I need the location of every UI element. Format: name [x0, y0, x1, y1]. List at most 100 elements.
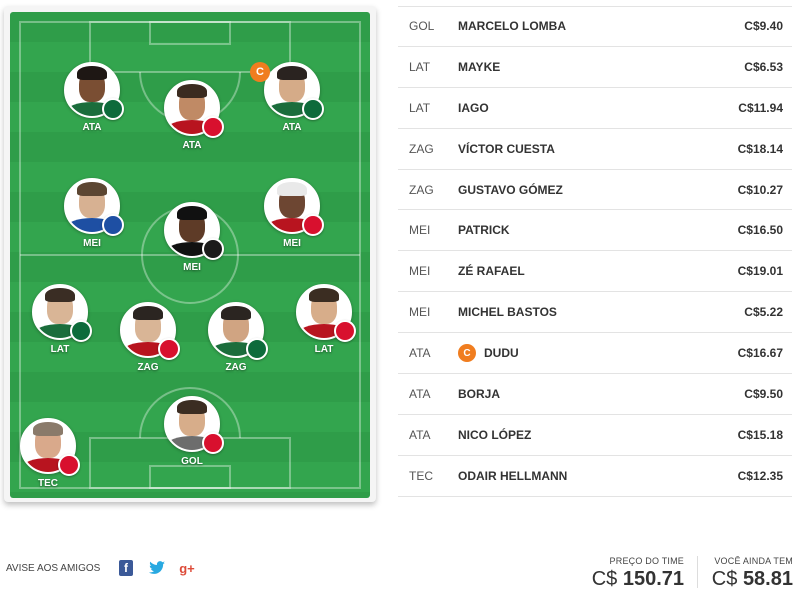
roster-name-text: MARCELO LOMBA: [458, 19, 566, 34]
roster-position: ATA: [409, 386, 431, 401]
player-hair: [33, 422, 63, 436]
team-price-value: C$ 150.71: [560, 568, 684, 591]
player-position: ATA: [182, 140, 202, 151]
balance-value: C$ 58.81: [700, 568, 793, 591]
roster-name-text: DUDU: [484, 346, 519, 361]
player-position: MEI: [83, 238, 101, 249]
roster-position: MEI: [409, 223, 431, 238]
roster-player-name: BORJA: [458, 387, 702, 401]
roster-player-name: PATRICK: [458, 223, 702, 237]
team-price-amount: 150.71: [622, 568, 684, 590]
player-hair: [177, 206, 207, 220]
player-position: ATA: [282, 122, 302, 133]
player-hair: [77, 66, 107, 80]
roster-player-name: C DUDU: [458, 344, 702, 363]
player-position: MEI: [183, 262, 201, 273]
roster-name-text: ODAIR HELLMANN: [458, 468, 568, 483]
roster-row[interactable]: MEI MICHEL BASTOS C$5.22: [398, 292, 792, 334]
internacional-crest-icon: [58, 454, 80, 476]
player-position: TEC: [38, 478, 58, 489]
roster-player-name: IAGO: [458, 101, 702, 115]
roster-price: C$12.35: [737, 468, 783, 483]
roster-player-name: MICHEL BASTOS: [458, 305, 702, 319]
roster-player-name: VÍCTOR CUESTA: [458, 142, 702, 156]
roster-row[interactable]: TEC ODAIR HELLMANN C$12.35: [398, 456, 792, 497]
roster-name-text: VÍCTOR CUESTA: [458, 141, 555, 156]
google-plus-icon[interactable]: g+: [178, 560, 196, 576]
roster-position: ATA: [409, 427, 431, 442]
roster-name-text: BORJA: [458, 386, 501, 401]
roster-player-name: GUSTAVO GÓMEZ: [458, 183, 702, 197]
roster-row[interactable]: ATA BORJA C$9.50: [398, 374, 792, 415]
roster-row[interactable]: ATA C DUDU C$16.67: [398, 333, 792, 375]
roster-row[interactable]: LAT IAGO C$11.94: [398, 88, 792, 129]
roster-position: ZAG: [409, 182, 434, 197]
player-hair: [309, 288, 339, 302]
roster-position: LAT: [409, 100, 431, 115]
roster-row[interactable]: MEI ZÉ RAFAEL C$19.01: [398, 251, 792, 293]
roster-position: TEC: [409, 468, 433, 483]
player-position: GOL: [181, 456, 203, 467]
player-position: LAT: [314, 344, 334, 355]
roster-position: GOL: [409, 19, 435, 34]
sport-crest-icon: [202, 238, 224, 260]
roster-name-text: NICO LÓPEZ: [458, 427, 532, 442]
roster-name-text: PATRICK: [458, 223, 510, 238]
roster-position: MEI: [409, 264, 431, 279]
footer-divider: [697, 556, 698, 588]
player-position: ATA: [82, 122, 102, 133]
roster-player-name: ODAIR HELLMANN: [458, 469, 702, 483]
player-position: ZAG: [137, 362, 159, 373]
roster-row[interactable]: ZAG GUSTAVO GÓMEZ C$10.27: [398, 170, 792, 211]
roster-price: C$15.18: [737, 427, 783, 442]
roster-row[interactable]: MEI PATRICK C$16.50: [398, 210, 792, 252]
roster-row[interactable]: LAT MAYKE C$6.53: [398, 47, 792, 88]
internacional-crest-icon: [202, 116, 224, 138]
player-hair: [177, 400, 207, 414]
roster-row[interactable]: ZAG VÍCTOR CUESTA C$18.14: [398, 129, 792, 170]
player-hair: [77, 182, 107, 196]
roster-name-text: IAGO: [458, 100, 489, 115]
twitter-icon[interactable]: [148, 560, 166, 576]
player-position: LAT: [50, 344, 70, 355]
roster-position: MEI: [409, 305, 431, 320]
roster-row[interactable]: ATA NICO LÓPEZ C$15.18: [398, 415, 792, 456]
balance: VOCÊ AINDA TEM C$ 58.81: [700, 556, 793, 591]
roster-player-name: NICO LÓPEZ: [458, 428, 702, 442]
roster-price: C$6.53: [744, 59, 783, 74]
roster-position: ATA: [409, 346, 431, 361]
player-hair: [221, 306, 251, 320]
roster-price: C$9.40: [744, 19, 783, 34]
roster-price: C$16.50: [737, 223, 783, 238]
balance-currency: C$: [711, 568, 738, 590]
share-label: AVISE AOS AMIGOS: [6, 563, 101, 574]
facebook-icon[interactable]: f: [119, 560, 133, 576]
captain-badge-icon: C: [250, 62, 270, 82]
roster-name-text: ZÉ RAFAEL: [458, 264, 525, 279]
palmeiras-crest-icon: [302, 98, 324, 120]
roster-player-name: MAYKE: [458, 60, 702, 74]
captain-badge-icon: C: [458, 344, 476, 363]
roster-price: C$10.27: [737, 182, 783, 197]
player-hair: [277, 66, 307, 80]
roster-price: C$16.67: [737, 346, 783, 361]
roster-position: ZAG: [409, 141, 434, 156]
balance-label: VOCÊ AINDA TEM: [714, 556, 793, 566]
player-position: MEI: [283, 238, 301, 249]
player-hair: [45, 288, 75, 302]
player-hair: [133, 306, 163, 320]
roster-name-text: MICHEL BASTOS: [458, 305, 557, 320]
balance-amount: 58.81: [742, 568, 793, 590]
palmeiras-crest-icon: [102, 98, 124, 120]
team-price-label: PREÇO DO TIME: [609, 556, 684, 566]
roster-name-text: MAYKE: [458, 59, 501, 74]
roster-row[interactable]: GOL MARCELO LOMBA C$9.40: [398, 6, 792, 47]
team-price: PREÇO DO TIME C$ 150.71: [560, 556, 684, 591]
roster-player-name: ZÉ RAFAEL: [458, 264, 702, 278]
roster-list: GOL MARCELO LOMBA C$9.40 LAT MAYKE C$6.53 LAT I…: [398, 6, 792, 497]
lineup-page: ATA ATA ATA C MEI MEI MEI LAT ZAG ZAG LAT GOL TEC GO…: [0, 0, 798, 592]
internacional-crest-icon: [202, 432, 224, 454]
roster-player-name: MARCELO LOMBA: [458, 19, 702, 33]
internacional-crest-icon: [334, 320, 356, 342]
roster-price: C$19.01: [737, 264, 783, 279]
